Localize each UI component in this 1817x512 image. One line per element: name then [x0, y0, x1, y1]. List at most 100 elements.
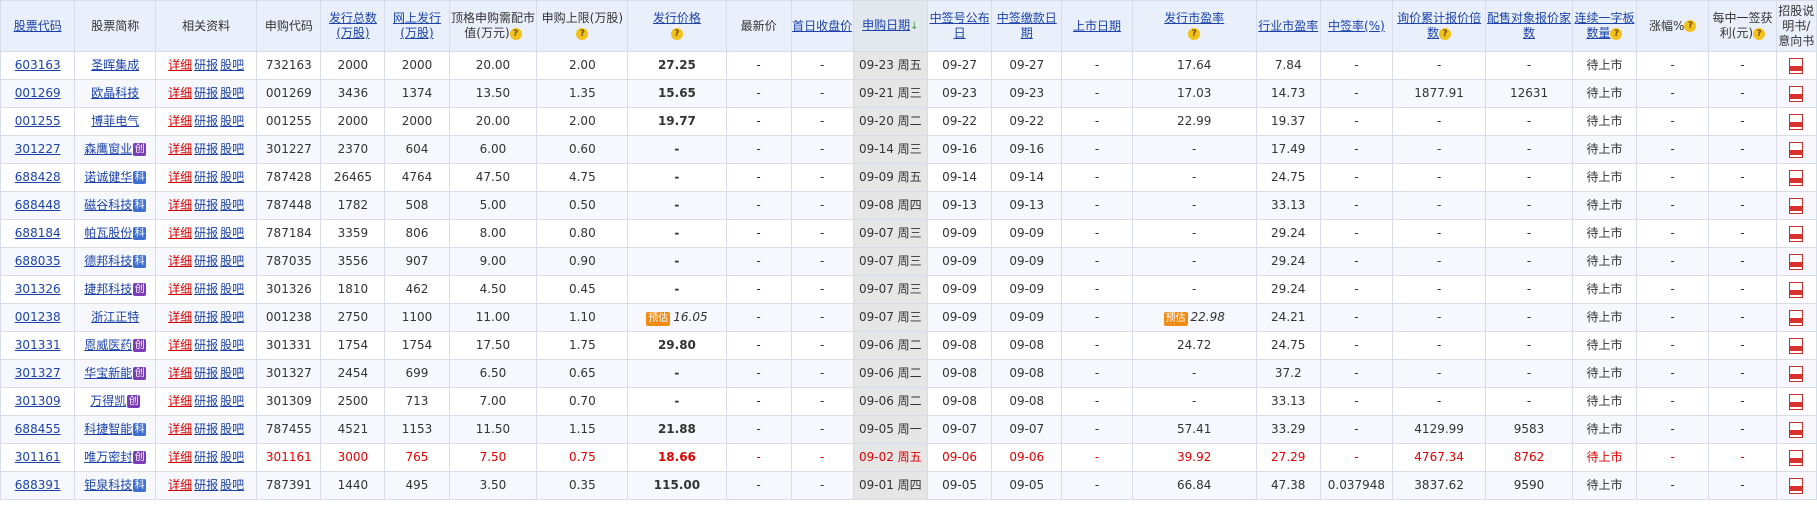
forum-link[interactable]: 股吧 [220, 450, 244, 464]
stock-name-link[interactable]: 圣晖集成 [91, 58, 139, 72]
detail-link[interactable]: 详细 [168, 170, 192, 184]
stock-code-link[interactable]: 603163 [15, 58, 61, 72]
stock-name-link[interactable]: 万得凯 [90, 394, 126, 408]
cell-name[interactable]: 浙江正特 [74, 303, 157, 332]
header-listing-date[interactable]: 上市日期 [1061, 0, 1133, 52]
cell-code[interactable]: 688391 [0, 471, 76, 500]
pdf-icon[interactable] [1789, 57, 1804, 74]
header-sub-date[interactable]: 申购日期↓ [852, 0, 929, 52]
stock-name-link[interactable]: 帕瓦股份 [84, 226, 132, 240]
research-link[interactable]: 研报 [194, 366, 218, 380]
pdf-icon[interactable] [1789, 365, 1804, 382]
header-industry-pe[interactable]: 行业市盈率 [1255, 0, 1321, 52]
cell-name[interactable]: 圣晖集成 [74, 51, 157, 80]
stock-code-link[interactable]: 001238 [15, 310, 61, 324]
pdf-icon[interactable] [1789, 169, 1804, 186]
cell-code[interactable]: 001269 [0, 79, 76, 108]
stock-code-link[interactable]: 688184 [15, 226, 61, 240]
cell-name[interactable]: 钜泉科技科 [74, 471, 157, 500]
research-link[interactable]: 研报 [194, 254, 218, 268]
header-code[interactable]: 股票代码 [0, 0, 76, 52]
cell-code[interactable]: 688428 [0, 163, 76, 192]
cell-name[interactable]: 科捷智能科 [74, 415, 157, 444]
stock-code-link[interactable]: 001269 [15, 86, 61, 100]
stock-code-link[interactable]: 301227 [15, 142, 61, 156]
pdf-icon[interactable] [1789, 337, 1804, 354]
detail-link[interactable]: 详细 [168, 254, 192, 268]
stock-code-link[interactable]: 301161 [15, 450, 61, 464]
forum-link[interactable]: 股吧 [220, 282, 244, 296]
research-link[interactable]: 研报 [194, 86, 218, 100]
stock-name-link[interactable]: 钜泉科技 [84, 478, 132, 492]
stock-code-link[interactable]: 688391 [15, 478, 61, 492]
forum-link[interactable]: 股吧 [220, 226, 244, 240]
pdf-icon[interactable] [1789, 281, 1804, 298]
research-link[interactable]: 研报 [194, 58, 218, 72]
stock-name-link[interactable]: 博菲电气 [91, 114, 139, 128]
pdf-icon[interactable] [1789, 225, 1804, 242]
pdf-icon[interactable] [1789, 449, 1804, 466]
cell-code[interactable]: 301161 [0, 443, 76, 472]
header-issue-pe[interactable]: 发行市盈率? [1131, 0, 1257, 52]
detail-link[interactable]: 详细 [168, 478, 192, 492]
detail-link[interactable]: 详细 [168, 58, 192, 72]
research-link[interactable]: 研报 [194, 282, 218, 296]
header-lottery-date[interactable]: 中签号公布日 [927, 0, 993, 52]
forum-link[interactable]: 股吧 [220, 198, 244, 212]
forum-link[interactable]: 股吧 [220, 170, 244, 184]
forum-link[interactable]: 股吧 [220, 58, 244, 72]
pdf-icon[interactable] [1789, 253, 1804, 270]
header-win-rate[interactable]: 中签率(%) [1319, 0, 1394, 52]
help-icon[interactable]: ? [576, 27, 589, 40]
cell-name[interactable]: 森鹰窗业创 [74, 135, 157, 164]
header-placement-count[interactable]: 配售对象报价家数 [1485, 0, 1573, 52]
cell-code[interactable]: 301309 [0, 387, 76, 416]
pdf-icon[interactable] [1789, 141, 1804, 158]
research-link[interactable]: 研报 [194, 450, 218, 464]
cell-name[interactable]: 恩威医药创 [74, 331, 157, 360]
pdf-icon[interactable] [1789, 477, 1804, 494]
research-link[interactable]: 研报 [194, 422, 218, 436]
forum-link[interactable]: 股吧 [220, 114, 244, 128]
pdf-icon[interactable] [1789, 393, 1804, 410]
research-link[interactable]: 研报 [194, 394, 218, 408]
detail-link[interactable]: 详细 [168, 282, 192, 296]
stock-code-link[interactable]: 688035 [15, 254, 61, 268]
stock-name-link[interactable]: 唯万密封 [84, 450, 132, 464]
research-link[interactable]: 研报 [194, 198, 218, 212]
research-link[interactable]: 研报 [194, 338, 218, 352]
detail-link[interactable]: 详细 [168, 86, 192, 100]
forum-link[interactable]: 股吧 [220, 478, 244, 492]
pdf-icon[interactable] [1789, 421, 1804, 438]
stock-name-link[interactable]: 磁谷科技 [84, 198, 132, 212]
stock-code-link[interactable]: 301326 [15, 282, 61, 296]
stock-code-link[interactable]: 688448 [15, 198, 61, 212]
forum-link[interactable]: 股吧 [220, 310, 244, 324]
forum-link[interactable]: 股吧 [220, 142, 244, 156]
cell-code[interactable]: 301331 [0, 331, 76, 360]
detail-link[interactable]: 详细 [168, 226, 192, 240]
research-link[interactable]: 研报 [194, 170, 218, 184]
help-icon[interactable]: ? [509, 27, 522, 40]
cell-code[interactable]: 301327 [0, 359, 76, 388]
detail-link[interactable]: 详细 [168, 366, 192, 380]
stock-name-link[interactable]: 欧晶科技 [91, 86, 139, 100]
stock-code-link[interactable]: 301309 [15, 394, 61, 408]
stock-name-link[interactable]: 森鹰窗业 [84, 142, 132, 156]
help-icon[interactable]: ? [670, 27, 683, 40]
help-icon[interactable]: ? [1439, 27, 1452, 40]
detail-link[interactable]: 详细 [168, 114, 192, 128]
header-pay-date[interactable]: 中签缴款日期 [991, 0, 1063, 52]
cell-name[interactable]: 唯万密封创 [74, 443, 157, 472]
cell-name[interactable]: 万得凯创 [74, 387, 157, 416]
cell-name[interactable]: 华宝新能创 [74, 359, 157, 388]
header-inquiry-multiple[interactable]: 询价累计报价倍数? [1392, 0, 1487, 52]
header-price[interactable]: 发行价格? [627, 0, 727, 52]
detail-link[interactable]: 详细 [168, 310, 192, 324]
forum-link[interactable]: 股吧 [220, 422, 244, 436]
detail-link[interactable]: 详细 [168, 338, 192, 352]
help-icon[interactable]: ? [1188, 27, 1201, 40]
research-link[interactable]: 研报 [194, 142, 218, 156]
cell-code[interactable]: 688448 [0, 191, 76, 220]
cell-code[interactable]: 301227 [0, 135, 76, 164]
